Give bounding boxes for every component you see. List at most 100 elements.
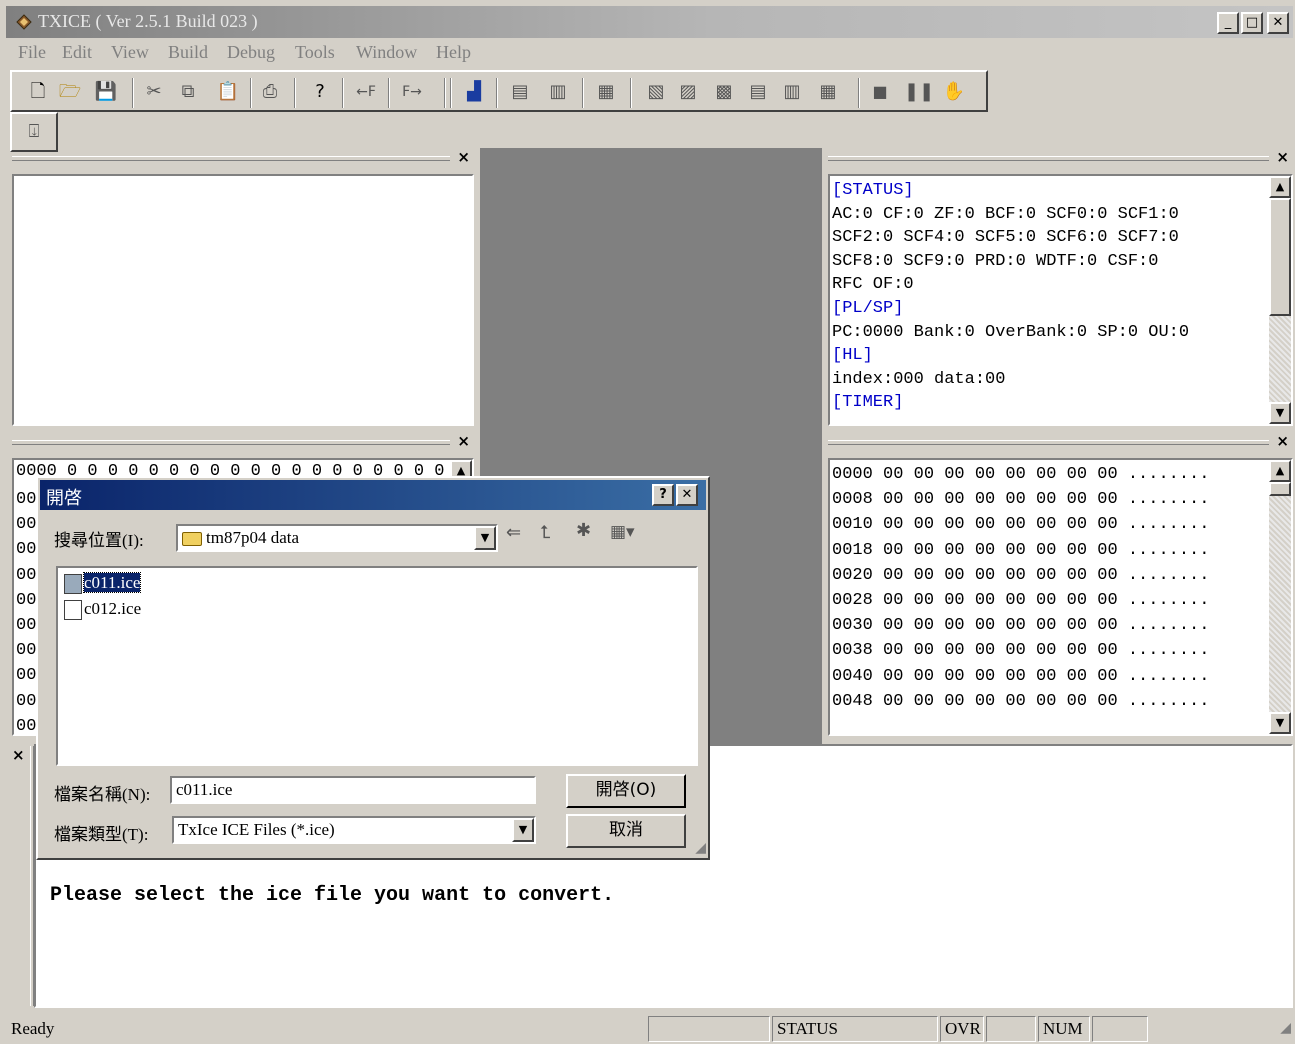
cancel-button[interactable]: 取消 [566,814,686,848]
scroll-up-icon[interactable]: ▲ [1269,176,1291,198]
file-list[interactable]: c011.ice c012.ice [56,566,698,766]
resize-grip-icon[interactable]: ◢ [695,840,706,856]
breakpoint-icon[interactable]: ▧ [644,80,668,104]
pane-header-source: × [12,148,474,170]
data-row: 00 [16,515,37,535]
cut-icon[interactable]: ✂ [142,80,166,104]
close-button[interactable]: ✕ [1267,12,1289,34]
step-over-icon[interactable]: ▤ [746,80,770,104]
filename-label: 檔案名稱(N): [54,785,151,804]
step-out-icon[interactable]: ▥ [780,80,804,104]
resize-grip-icon[interactable]: ◢ [1280,1020,1291,1036]
menu-file[interactable]: File [18,42,46,63]
toolbar-separator [496,78,498,108]
register-line: AC:0 CF:0 ZF:0 BCF:0 SCF0:0 SCF1:0 [832,204,1179,224]
dialog-close-button[interactable]: ✕ [676,484,698,506]
compile-all-icon[interactable]: ▥ [546,80,570,104]
minimize-button[interactable]: _ [1217,12,1239,34]
menu-help[interactable]: Help [436,42,471,63]
menu-tools[interactable]: Tools [295,42,335,63]
pane-header-registers: × [828,148,1293,170]
memory-row: 0040 00 00 00 00 00 00 00 00 ........ [832,666,1210,686]
up-folder-icon[interactable]: ⮤ [540,522,551,543]
pane-close-icon[interactable]: × [1276,432,1289,450]
scroll-down-icon[interactable]: ▼ [1269,712,1291,734]
data-row: 00 [16,490,37,509]
title-bar[interactable]: TXICE ( Ver 2.5.1 Build 023 ) _ □ ✕ [6,6,1293,38]
stop-icon[interactable]: ■ [868,80,892,104]
data-row: 00 [16,691,37,711]
build-icon[interactable]: ▟ [462,80,486,104]
memory-row: 0030 00 00 00 00 00 00 00 00 ........ [832,616,1210,636]
open-file-dialog[interactable]: 開啓 ? ✕ 搜尋位置(I): tm87p04 data ▼ ⇐ ⮤ ✱ ▦▾ … [36,476,710,860]
scroll-up-icon[interactable]: ▲ [1269,460,1291,482]
menu-window[interactable]: Window [356,42,417,63]
paste-icon[interactable]: 📋 [216,80,240,104]
register-text: [STATUS] AC:0 CF:0 ZF:0 BCF:0 SCF0:0 SCF1… [832,179,1189,415]
back-icon[interactable]: ⇐ [506,522,521,543]
pane-close-icon[interactable]: × [457,432,470,450]
source-pane[interactable] [12,174,474,426]
pane-close-icon[interactable]: × [457,148,470,166]
filename-input[interactable]: c011.ice [170,776,536,804]
maximize-button[interactable]: □ [1241,12,1263,34]
window-title: TXICE ( Ver 2.5.1 Build 023 ) [38,11,258,31]
menu-build[interactable]: Build [168,42,208,63]
view-menu-icon[interactable]: ▦▾ [610,522,635,542]
new-file-icon[interactable]: 🗋 [26,80,50,104]
download-icon[interactable]: ⍗ [22,120,46,144]
step-into-icon[interactable]: ▩ [712,80,736,104]
menu-debug[interactable]: Debug [227,42,275,63]
toolbar-separator [342,78,344,108]
status-status: STATUS [772,1016,938,1042]
help-icon[interactable]: ? [308,80,332,104]
app-diamond-icon [16,14,32,30]
step-back-icon[interactable]: ←F [350,80,382,104]
menu-view[interactable]: View [111,42,149,63]
status-bar: Ready STATUS OVR NUM ◢ [0,1014,1295,1044]
scroll-thumb[interactable] [1269,198,1291,316]
file-list-item[interactable]: c012.ice [64,598,141,622]
clean-icon[interactable]: ▦ [594,80,618,104]
new-folder-icon[interactable]: ✱ [576,520,591,541]
compile-icon[interactable]: ▤ [508,80,532,104]
register-section-header: [PL/SP] [832,298,904,318]
reset-icon[interactable]: ▦ [816,80,840,104]
file-list-item[interactable]: c011.ice [64,572,142,596]
pane-close-icon[interactable]: × [12,746,25,764]
menu-edit[interactable]: Edit [62,42,92,63]
toolbar-separator [132,78,134,108]
data-row: 00 [16,590,37,610]
open-folder-icon[interactable]: 🗁 [58,80,82,104]
filetype-combo[interactable]: TxIce ICE Files (*.ice) ▼ [172,816,536,844]
hand-icon[interactable]: ✋ [942,80,966,104]
data-row: 00 [16,540,37,560]
file-name: c011.ice [82,572,142,593]
run-to-cursor-icon[interactable]: ▨ [676,80,700,104]
copy-icon[interactable]: ⧉ [176,80,200,104]
dialog-help-button[interactable]: ? [652,484,674,506]
toolbar-separator [294,78,296,108]
scroll-down-icon[interactable]: ▼ [1269,402,1291,424]
chevron-down-icon[interactable]: ▼ [512,818,534,842]
chevron-down-icon[interactable]: ▼ [474,526,496,550]
pane-header-data: × [12,432,474,454]
pause-icon[interactable]: ❚❚ [904,80,934,104]
step-forward-icon[interactable]: F→ [396,80,428,104]
save-icon[interactable]: 💾 [94,80,118,104]
memory-row: 0010 00 00 00 00 00 00 00 00 ........ [832,515,1210,535]
look-in-combo[interactable]: tm87p04 data ▼ [176,524,498,552]
memory-row: 0048 00 00 00 00 00 00 00 00 ........ [832,691,1210,711]
register-line: RFC OF:0 [832,275,914,295]
output-pane-gripper[interactable]: × [8,744,34,1008]
open-button[interactable]: 開啓(O) [566,774,686,808]
memory-hex-pane[interactable]: 0000 00 00 00 00 00 00 00 00 ........ 000… [828,458,1293,736]
register-pane[interactable]: [STATUS] AC:0 CF:0 ZF:0 BCF:0 SCF0:0 SCF1… [828,174,1293,426]
main-toolbar: 🗋 🗁 💾 ✂ ⧉ 📋 ⎙ ? ←F F→ ▟ ▤ ▥ ▦ ▧ ▨ ▩ ▤ ▥ … [10,70,988,112]
scroll-thumb[interactable] [1269,482,1291,496]
pane-close-icon[interactable]: × [1276,148,1289,166]
dialog-title-bar[interactable]: 開啓 ? ✕ [40,480,706,510]
register-scrollbar[interactable]: ▲ ▼ [1269,176,1291,424]
print-icon[interactable]: ⎙ [258,80,282,104]
memory-scrollbar[interactable]: ▲ ▼ [1269,460,1291,734]
